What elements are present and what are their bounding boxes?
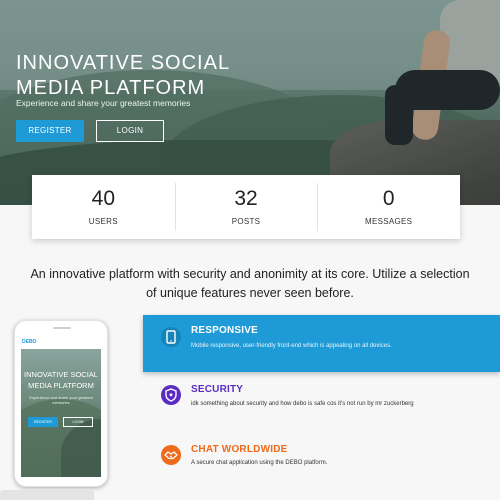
phone-subtitle: Experience and share your greatest memor…: [29, 395, 93, 405]
login-button[interactable]: LOGIN: [96, 120, 164, 142]
feature-title: CHAT WORLDWIDE: [191, 444, 288, 455]
hero-title: INNOVATIVE SOCIAL MEDIA PLATFORM: [16, 52, 230, 99]
phone-brand: DEBO: [22, 339, 37, 345]
tablet-icon: [161, 327, 181, 347]
feature-description: idk something about security and how deb…: [191, 401, 414, 407]
phone-mockup: DEBO INNOVATIVE SOCIAL MEDIA PLATFORM Ex…: [14, 320, 108, 487]
feature-chat-worldwide[interactable]: CHAT WORLDWIDE A secure chat application…: [143, 438, 500, 478]
stat-posts: 32 POSTS: [174, 175, 318, 239]
stat-messages: 0 MESSAGES: [317, 175, 460, 239]
phone-speaker: [53, 327, 71, 329]
feature-description: A secure chat application using the DEBO…: [191, 460, 328, 466]
stat-label: MESSAGES: [365, 217, 413, 226]
stat-users: 40 USERS: [32, 175, 175, 239]
stat-value: 32: [234, 187, 258, 210]
feature-title: RESPONSIVE: [191, 325, 259, 336]
phone-login-button: LOGIN: [63, 417, 93, 427]
feature-title: SECURITY: [191, 384, 244, 395]
hero-subtitle: Experience and share your greatest memor…: [16, 98, 191, 108]
stat-label: USERS: [88, 217, 118, 226]
intro-text: An innovative platform with security and…: [30, 267, 470, 300]
stat-label: POSTS: [231, 217, 261, 226]
register-button[interactable]: REGISTER: [16, 120, 84, 142]
feature-description: Mobile responsive, user-friendly front-e…: [191, 343, 392, 349]
phone-screen: INNOVATIVE SOCIAL MEDIA PLATFORM Experie…: [21, 349, 101, 477]
shield-icon: [161, 385, 181, 405]
phone-register-button: REGISTER: [28, 417, 58, 427]
handshake-icon: [161, 445, 181, 465]
stat-value: 0: [382, 187, 395, 210]
stat-value: 40: [91, 187, 116, 210]
feature-responsive[interactable]: RESPONSIVE Mobile responsive, user-frien…: [143, 315, 500, 372]
bottom-tab[interactable]: [0, 490, 94, 500]
phone-title: INNOVATIVE SOCIAL MEDIA PLATFORM: [24, 370, 98, 390]
stats-card: 40 USERS 32 POSTS 0 MESSAGES: [32, 175, 460, 239]
feature-security[interactable]: SECURITY idk something about security an…: [143, 378, 500, 418]
